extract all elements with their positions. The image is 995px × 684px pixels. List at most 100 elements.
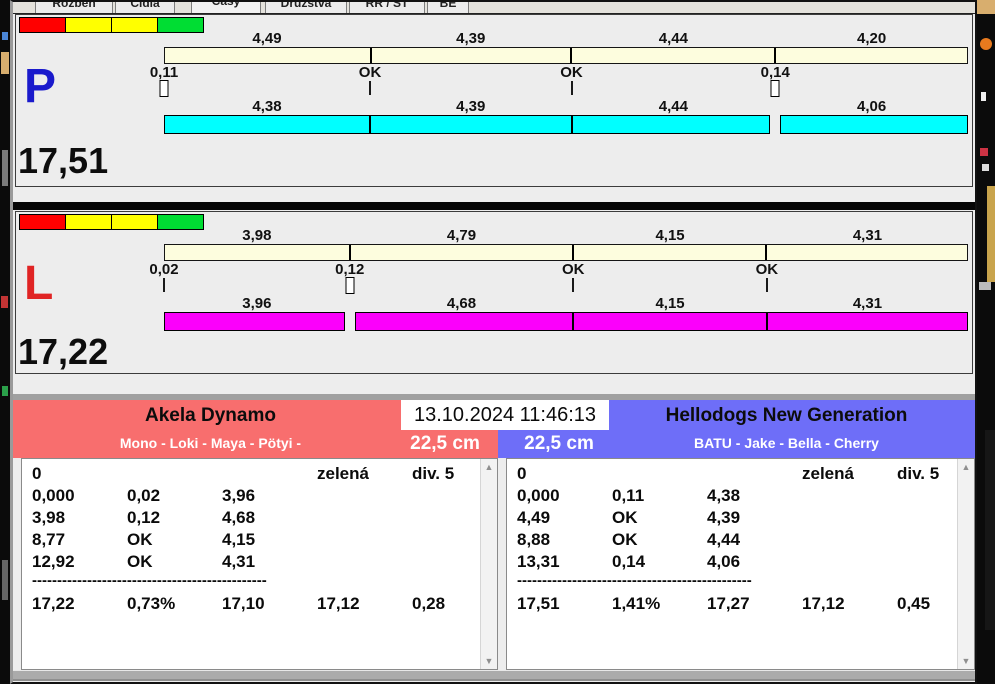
table-cell: 0 [32,464,42,483]
measured-bar-segment [164,115,371,134]
table-body[interactable]: 0 zelená div. 5 0,000 0,02 3,96 3,98 0,12 4,68 8,… [22,459,480,669]
table-cell [412,552,480,574]
tab-rozb-h[interactable]: Rozběh [35,2,113,13]
split-time-label: 4,79 [446,227,477,244]
table-cell: 0,28 [412,594,446,613]
split-time-label: 4,15 [655,227,685,244]
scroll-up-arrow[interactable]: ▲ [958,462,974,472]
horizontal-scrollbar[interactable] [13,670,975,681]
measured-time-label: 4,39 [456,98,486,115]
table-cell [897,508,957,530]
team-name-left: Akela Dynamo [145,405,276,426]
table-cell: 4,44 [707,530,741,549]
table-info-row: 0 zelená div. 5 [517,464,957,486]
desktop-icon-fragment [985,430,995,630]
scroll-down-arrow[interactable]: ▼ [481,656,497,666]
crossing-label: 0,11 [149,64,179,81]
measured-bar-segment [766,312,968,331]
tab--idla[interactable]: Čidla [115,2,175,13]
desktop-background-left [0,0,10,684]
table-cell: 0 [517,464,527,483]
ok-marker [369,81,372,95]
desktop-icon-fragment [2,150,8,186]
table-cell: 0,45 [897,594,931,613]
lane-letter-P: P [24,60,57,113]
table-cell [802,486,897,508]
lane-bar-area: 3,98 4,79 4,15 4,31 0,02 0,12 OK OK 3,96 4,68 4,15… [149,212,968,373]
desktop-icon-fragment [1,296,8,308]
table-row: 8,77 OK 4,15 [32,530,480,552]
tab--asy[interactable]: Časy [191,2,261,13]
table-cell [317,508,412,530]
table-cell [802,552,897,574]
table-cell: 0,02 [127,486,161,505]
table-cell: 12,92 [32,552,75,571]
table-row: 8,88 OK 4,44 [517,530,957,552]
table-totals-row: 17,51 1,41% 17,27 17,12 0,45 [517,594,957,616]
scroll-up-arrow[interactable]: ▲ [481,462,497,472]
table-cell [802,508,897,530]
scroll-down-arrow[interactable]: ▼ [958,656,974,666]
legend-color-box [111,17,158,33]
ideal-split-bar [164,244,968,261]
measured-time-label: 3,96 [242,295,272,312]
team-dogs-right: BATU - Jake - Bella - Cherry [694,435,879,451]
table-cell [412,530,480,552]
table-cell: 4,15 [222,530,256,549]
table-cell: zelená [317,464,369,483]
table-separator: ----------------------------------------… [517,574,752,589]
table-cell: 4,31 [222,552,256,571]
measured-bar-segment [370,115,572,134]
table-cell [317,530,412,552]
desktop-icon-fragment [981,92,986,101]
table-cell [897,552,957,574]
table-body[interactable]: 0 zelená div. 5 0,000 0,11 4,38 4,49 OK 4,39 8,88… [507,459,957,669]
table-cell: 0,73% [127,594,176,613]
table-cell: OK [612,508,638,527]
table-row: 4,49 OK 4,39 [517,508,957,530]
vertical-scrollbar[interactable]: ▲ ▼ [957,459,974,669]
table-cell: 4,68 [222,508,256,527]
table-cell: 0,11 [612,486,645,505]
tab-dru-stva[interactable]: Družstva [265,2,347,13]
split-time-label: 4,49 [252,30,282,47]
tab-rr-st[interactable]: RR / ST [349,2,425,13]
measured-time-label: 4,68 [446,295,477,312]
measured-bar-segment [571,115,771,134]
table-row: 12,92 OK 4,31 [32,552,480,574]
segment-tick [349,245,352,260]
result-table-left[interactable]: 0 zelená div. 5 0,000 0,02 3,96 3,98 0,12 4,68 8,… [21,458,498,670]
crossing-label: OK [755,261,779,278]
table-cell: zelená [802,464,854,483]
table-info-row: 0 zelená div. 5 [32,464,480,486]
fault-marker [159,80,169,97]
table-cell: 3,96 [222,486,256,505]
table-cell: 0,12 [127,508,161,527]
table-cell: 1,41% [612,594,661,613]
table-cell: 17,22 [32,594,75,613]
measured-time-label: 4,38 [252,98,282,115]
ok-marker [765,278,768,292]
table-cell: OK [127,530,153,549]
table-cell: OK [127,552,153,571]
measured-bar-segment [780,115,968,134]
table-cell [412,508,480,530]
measured-bar-segment [573,312,767,331]
vertical-scrollbar[interactable]: ▲ ▼ [480,459,497,669]
legend-color-box [19,17,66,33]
legend-color-box [65,17,112,33]
segment-tick [765,245,768,260]
segment-tick [572,245,575,260]
table-cell: 3,98 [32,508,66,527]
tab-be[interactable]: BE [427,2,469,13]
ideal-split-bar [164,47,968,64]
crossing-label: 0,12 [335,261,365,278]
fault-marker [345,277,355,294]
desktop-icon-fragment [977,0,995,14]
crossing-label: OK [561,261,585,278]
desktop-icon-fragment [2,32,8,40]
table-cell: 17,12 [317,594,360,613]
result-table-right[interactable]: 0 zelená div. 5 0,000 0,11 4,38 4,49 OK 4,39 8,88… [506,458,975,670]
table-cell [317,486,412,508]
crossing-label: OK [358,64,382,81]
